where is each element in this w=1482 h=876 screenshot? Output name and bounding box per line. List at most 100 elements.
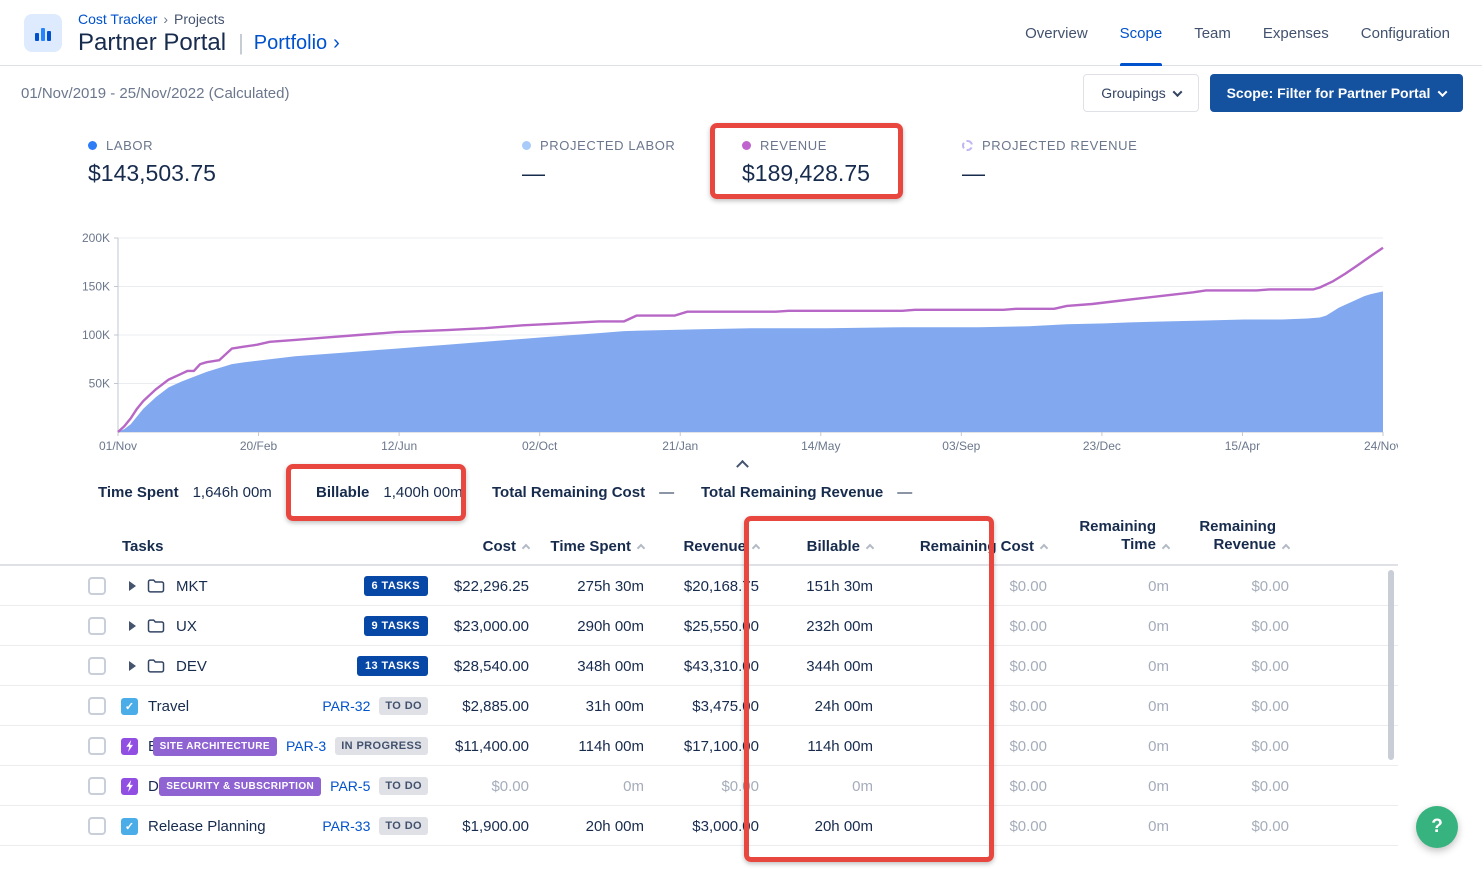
stat-label: PROJECTED LABOR	[540, 138, 675, 153]
cell-remaining-cost: $0.00	[907, 806, 1047, 846]
issue-key-link[interactable]: PAR-3	[286, 738, 326, 754]
cell-remaining-cost: $0.00	[907, 686, 1047, 726]
row-title-area: ✓ Travel	[121, 686, 189, 726]
expand-arrow-icon[interactable]	[129, 661, 136, 671]
expand-arrow-icon[interactable]	[129, 621, 136, 631]
stat-value: —	[962, 160, 1137, 187]
task-name[interactable]: UX	[176, 618, 197, 635]
sort-caret-icon	[866, 544, 874, 552]
tab-expenses[interactable]: Expenses	[1263, 0, 1329, 66]
breadcrumb-cost-tracker-link[interactable]: Cost Tracker	[78, 11, 157, 27]
cell-remaining-time: 0m	[1029, 766, 1169, 806]
issue-key-link[interactable]: PAR-5	[330, 778, 370, 794]
breadcrumb-projects: Projects	[174, 11, 225, 27]
col-header-remaining-revenue[interactable]: Remaining Revenue	[1149, 518, 1289, 564]
row-checkbox[interactable]	[88, 697, 106, 715]
issue-key-link[interactable]: PAR-33	[322, 818, 370, 834]
groupings-button[interactable]: Groupings	[1083, 74, 1199, 112]
expand-arrow-icon[interactable]	[129, 581, 136, 591]
row-title-area: ✓ Release Planning	[121, 806, 266, 846]
cell-remaining-revenue: $0.00	[1149, 606, 1289, 646]
collapse-chart-button[interactable]	[732, 456, 752, 470]
stat-label: LABOR	[106, 138, 153, 153]
cell-billable: 114h 00m	[733, 726, 873, 766]
tab-team[interactable]: Team	[1194, 0, 1231, 66]
task-name[interactable]: Release Planning	[148, 818, 266, 835]
stat-value: —	[522, 160, 675, 187]
svg-text:20/Feb: 20/Feb	[240, 439, 278, 453]
task-name[interactable]: Travel	[148, 698, 189, 715]
date-range-label: 01/Nov/2019 - 25/Nov/2022 (Calculated)	[21, 85, 290, 102]
col-header-billable[interactable]: Billable	[733, 518, 873, 564]
row-checkbox[interactable]	[88, 617, 106, 635]
row-checkbox[interactable]	[88, 577, 106, 595]
svg-text:21/Jan: 21/Jan	[662, 439, 698, 453]
area-chart: 50K100K150K200K01/Nov20/Feb12/Jun02/Oct2…	[58, 228, 1398, 460]
cost-tracker-app-icon[interactable]	[24, 14, 62, 52]
svg-text:14/May: 14/May	[801, 439, 840, 453]
svg-text:100K: 100K	[82, 328, 110, 342]
stat-label: PROJECTED REVENUE	[982, 138, 1137, 153]
cell-billable: 344h 00m	[733, 646, 873, 686]
row-checkbox[interactable]	[88, 737, 106, 755]
task-type-icon: ✓	[121, 818, 138, 835]
cell-remaining-cost: $0.00	[907, 646, 1047, 686]
row-checkbox[interactable]	[88, 817, 106, 835]
cell-remaining-time: 0m	[1029, 646, 1169, 686]
table-row: Data security, a...SECURITY & SUBSCRIPTI…	[0, 766, 1398, 806]
cell-remaining-revenue: $0.00	[1149, 686, 1289, 726]
svg-text:23/Dec: 23/Dec	[1083, 439, 1121, 453]
sort-caret-icon	[1282, 544, 1290, 552]
cell-remaining-time: 0m	[1029, 566, 1169, 606]
task-name[interactable]: MKT	[176, 578, 208, 595]
folder-icon	[146, 656, 166, 676]
tab-overview[interactable]: Overview	[1025, 0, 1088, 66]
tab-scope[interactable]: Scope	[1120, 0, 1163, 66]
cell-remaining-cost: $0.00	[907, 606, 1047, 646]
cell-remaining-time: 0m	[1029, 686, 1169, 726]
cell-remaining-time: 0m	[1029, 726, 1169, 766]
portfolio-link[interactable]: Portfolio›	[254, 32, 340, 55]
total-total-remaining-cost: Total Remaining Cost—	[492, 484, 674, 501]
cell-remaining-cost: $0.00	[907, 766, 1047, 806]
cell-remaining-cost: $0.00	[907, 566, 1047, 606]
svg-text:03/Sep: 03/Sep	[942, 439, 980, 453]
stat-value: $143,503.75	[88, 160, 216, 187]
total-total-remaining-revenue: Total Remaining Revenue—	[701, 484, 912, 501]
summary-stat-labor: LABOR $143,503.75	[88, 138, 216, 187]
row-checkbox[interactable]	[88, 777, 106, 795]
cell-billable: 151h 30m	[733, 566, 873, 606]
stat-value: $189,428.75	[742, 160, 870, 187]
svg-text:15/Apr: 15/Apr	[1225, 439, 1260, 453]
tab-configuration[interactable]: Configuration	[1361, 0, 1450, 66]
breadcrumb: Cost Tracker›Projects	[78, 11, 225, 27]
cell-remaining-revenue: $0.00	[1149, 646, 1289, 686]
issue-key-link[interactable]: PAR-32	[322, 698, 370, 714]
row-meta: SITE ARCHITECTUREPAR-3IN PROGRESS	[153, 726, 428, 766]
cell-remaining-time: 0m	[1029, 606, 1169, 646]
help-button[interactable]: ?	[1416, 806, 1458, 848]
task-type-icon: ✓	[121, 698, 138, 715]
summary-stat-projected-revenue: PROJECTED REVENUE —	[962, 138, 1137, 187]
cost-tracker-scope-page: Cost Tracker›Projects Partner Portal | P…	[0, 0, 1482, 876]
chevron-right-icon: ›	[333, 32, 340, 55]
cost-chart: 50K100K150K200K01/Nov20/Feb12/Jun02/Oct2…	[58, 228, 1398, 460]
legend-dot-icon	[88, 141, 97, 150]
task-name[interactable]: DEV	[176, 658, 207, 675]
bar-chart-icon	[31, 21, 55, 45]
table-row: UX9 TASKS$23,000.00290h 00m$25,550.00232…	[0, 606, 1398, 646]
vertical-scrollbar[interactable]	[1388, 570, 1394, 760]
folder-icon	[146, 616, 166, 636]
title-row: Partner Portal | Portfolio›	[78, 29, 340, 57]
col-header-remaining-cost[interactable]: Remaining Cost	[907, 518, 1047, 564]
scope-filter-button[interactable]: Scope: Filter for Partner Portal	[1210, 74, 1463, 112]
dashed-ring-icon	[962, 140, 973, 151]
cell-remaining-cost: $0.00	[907, 726, 1047, 766]
total-time-spent: Time Spent1,646h 00m	[98, 484, 272, 501]
cell-billable: 232h 00m	[733, 606, 873, 646]
col-header-remaining-time[interactable]: Remaining Time	[1029, 518, 1169, 564]
page-title: Partner Portal	[78, 29, 226, 57]
total-billable: Billable1,400h 00m	[316, 484, 463, 501]
table-header: Tasks Cost Time Spent Revenue Billable R…	[0, 520, 1398, 566]
row-checkbox[interactable]	[88, 657, 106, 675]
